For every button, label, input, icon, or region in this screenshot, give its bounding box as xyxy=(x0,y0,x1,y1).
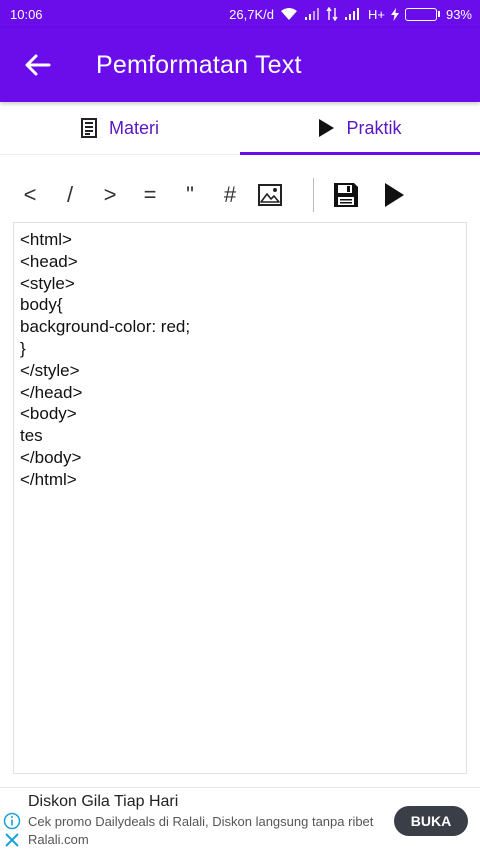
charging-icon xyxy=(390,7,399,21)
network-speed: 26,7K/d xyxy=(229,6,274,22)
editor-toolbar: < / > = " # xyxy=(0,170,480,220)
back-button[interactable] xyxy=(0,28,76,102)
status-bar: 10:06 26,7K/d H+ 93% xyxy=(0,0,480,28)
battery-icon xyxy=(404,7,440,21)
tab-materi[interactable]: Materi xyxy=(0,102,240,154)
tab-label: Praktik xyxy=(346,117,402,138)
signal-icon xyxy=(304,8,320,20)
insert-greater-than-button[interactable]: > xyxy=(90,173,130,217)
signal-icon-2 xyxy=(344,8,362,20)
close-icon[interactable] xyxy=(3,832,21,848)
tab-label: Materi xyxy=(108,117,159,138)
info-icon[interactable] xyxy=(3,812,21,830)
ad-description: Cek promo Dailydeals di Ralali, Diskon l… xyxy=(28,814,374,829)
page-title: Pemformatan Text xyxy=(96,50,302,79)
status-time: 10:06 xyxy=(10,6,43,22)
insert-image-button[interactable] xyxy=(250,173,290,217)
insert-quote-button[interactable]: " xyxy=(170,173,210,217)
data-transfer-icon xyxy=(326,7,338,21)
app-bar: Pemformatan Text xyxy=(0,28,480,102)
arrow-left-icon xyxy=(25,54,51,76)
save-icon xyxy=(334,183,358,207)
ad-open-button[interactable]: BUKA xyxy=(394,806,468,836)
save-button[interactable] xyxy=(326,173,366,217)
run-button[interactable] xyxy=(374,173,414,217)
image-icon xyxy=(258,184,282,206)
wifi-icon xyxy=(280,7,298,21)
play-icon xyxy=(319,119,335,137)
ad-host: Ralali.com xyxy=(28,832,89,847)
toolbar-divider xyxy=(313,178,314,212)
play-icon xyxy=(385,183,404,207)
ad-title: Diskon Gila Tiap Hari xyxy=(28,793,179,810)
insert-slash-button[interactable]: / xyxy=(50,173,90,217)
status-indicators: 26,7K/d H+ 93% xyxy=(229,7,472,22)
insert-hash-button[interactable]: # xyxy=(210,173,250,217)
battery-percent: 93% xyxy=(445,6,472,22)
tab-praktik[interactable]: Praktik xyxy=(240,102,480,155)
ad-banner[interactable]: Diskon Gila Tiap Hari Cek promo Dailydea… xyxy=(0,787,480,853)
code-editor[interactable]: <html> <head> <style> body{ background-c… xyxy=(13,222,467,774)
document-icon xyxy=(80,118,97,138)
tab-bar: Materi Praktik xyxy=(0,102,480,155)
ad-choices[interactable] xyxy=(3,812,21,848)
insert-equals-button[interactable]: = xyxy=(130,173,170,217)
network-type: H+ xyxy=(367,6,385,22)
insert-less-than-button[interactable]: < xyxy=(10,173,50,217)
